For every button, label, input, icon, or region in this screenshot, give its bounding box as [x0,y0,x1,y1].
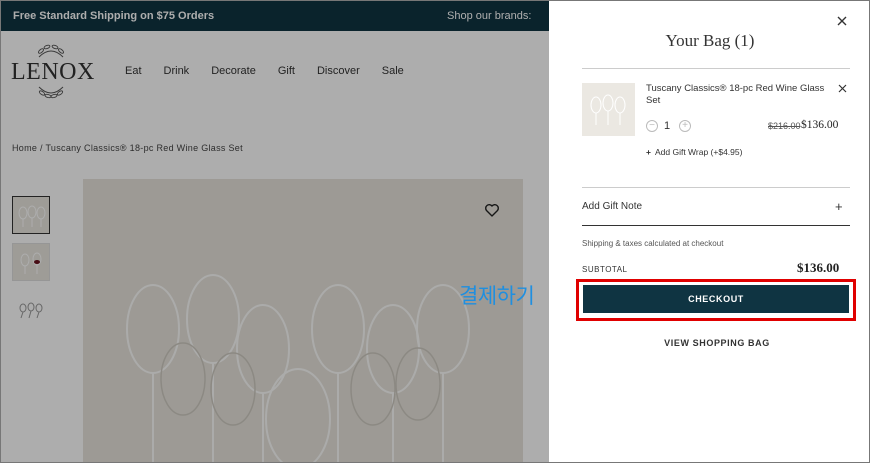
divider [582,68,850,69]
close-icon[interactable] [835,14,849,28]
plus-icon: + [646,147,651,157]
cart-item-image[interactable] [582,83,635,136]
sale-price: $136.00 [801,119,839,131]
divider [582,225,850,226]
shipping-note: Shipping & taxes calculated at checkout [582,239,724,248]
gift-note-toggle[interactable]: + [835,199,843,214]
add-gift-wrap-link[interactable]: + Add Gift Wrap (+$4.95) [646,147,742,157]
product-page: Free Standard Shipping on $75 Orders Sho… [1,1,549,462]
screenshot-frame: Free Standard Shipping on $75 Orders Sho… [0,0,870,463]
gift-note-label[interactable]: Add Gift Note [582,201,642,212]
divider [582,187,850,188]
cart-drawer: Your Bag (1) Tuscany Classics® 18-pc Red… [549,1,869,462]
subtotal-label: SUBTOTAL [582,265,628,274]
drawer-title: Your Bag (1) [665,31,755,50]
highlight-box [576,279,856,321]
subtotal-value: $136.00 [797,260,840,275]
checkout-callout: 결제하기 [459,284,535,308]
cart-item-name[interactable]: Tuscany Classics® 18-pc Red Wine Glass S… [646,83,836,107]
wine-glasses-thumbnail [590,94,626,125]
gift-wrap-label: Add Gift Wrap (+$4.95) [654,147,743,157]
quantity-value[interactable]: 1 [664,120,670,132]
minus-circle-icon[interactable]: − [646,120,658,132]
original-price: $216.00 [768,121,801,131]
plus-circle-icon[interactable]: + [679,120,691,132]
page-dim-overlay[interactable] [1,1,549,462]
close-icon[interactable] [838,84,847,93]
view-shopping-bag-link[interactable]: VIEW SHOPPING BAG [549,338,869,348]
